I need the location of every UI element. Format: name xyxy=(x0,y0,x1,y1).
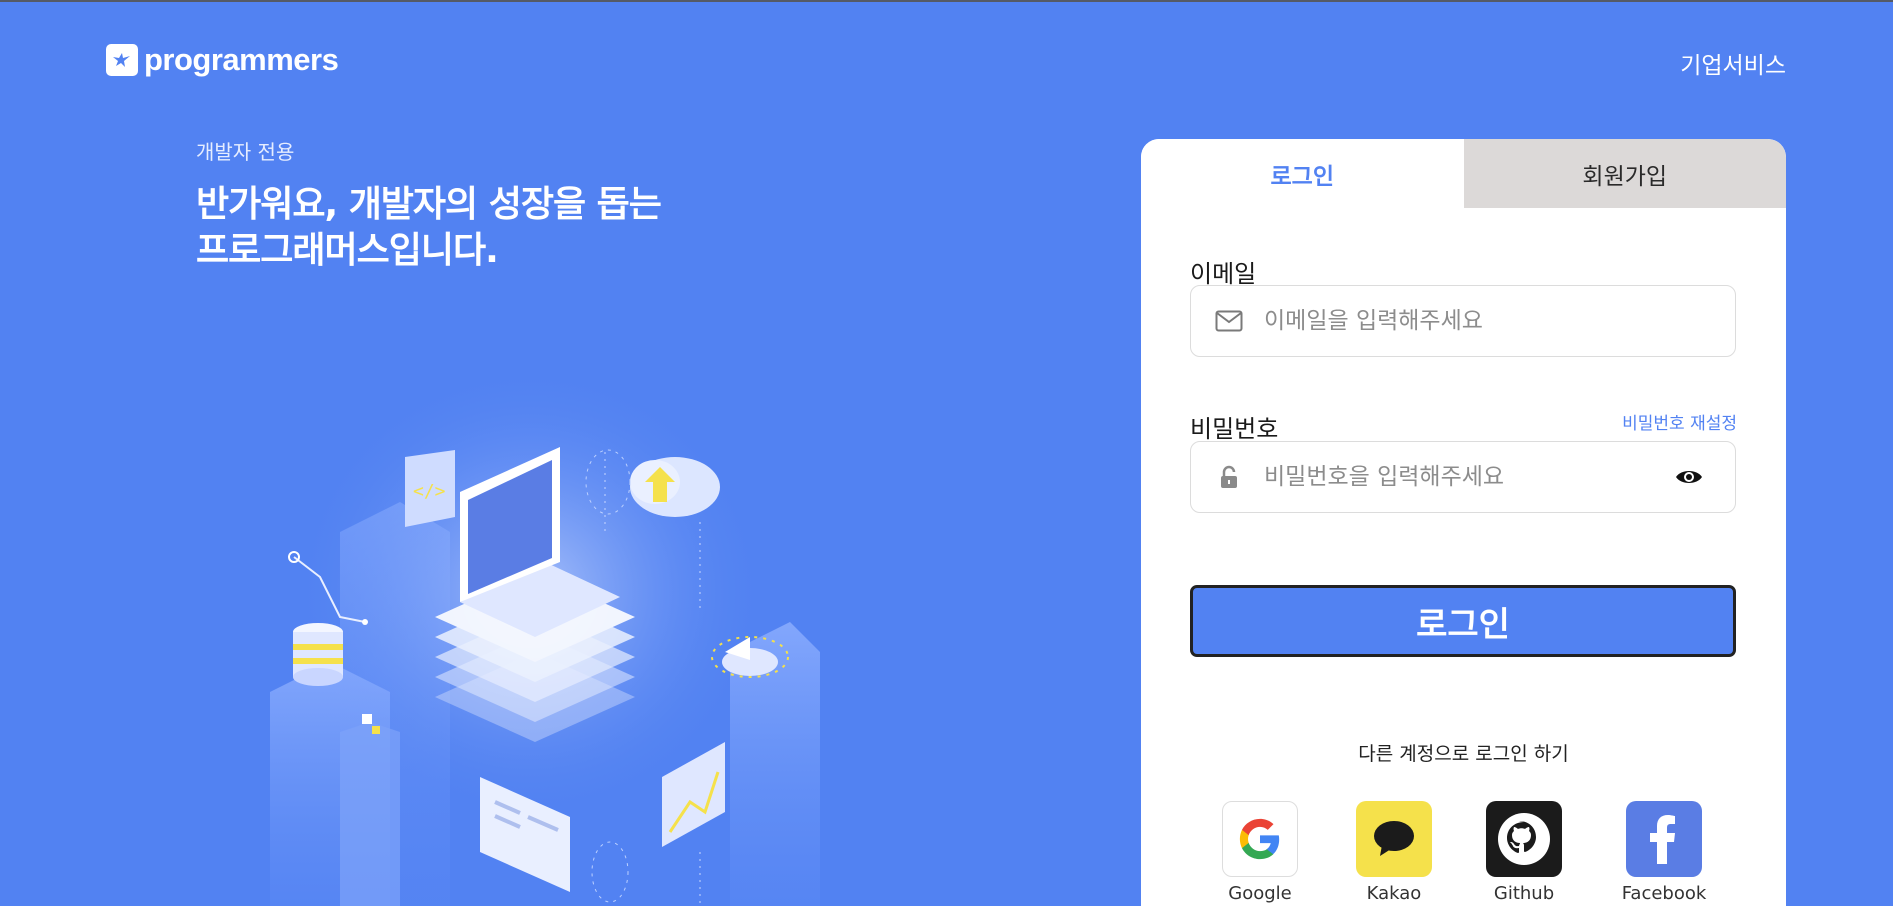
logo-text: programmers xyxy=(144,42,339,77)
programmers-logo[interactable]: programmers xyxy=(106,42,339,78)
svg-text:</>: </> xyxy=(413,481,446,502)
password-label: 비밀번호 xyxy=(1190,415,1279,443)
tab-login[interactable]: 로그인 xyxy=(1141,139,1464,208)
bird-logo-icon xyxy=(106,44,138,76)
password-input[interactable] xyxy=(1264,442,1669,512)
tab-signup[interactable]: 회원가입 xyxy=(1463,139,1786,208)
mail-icon xyxy=(1214,310,1244,332)
hero-subtitle: 개발자 전용 xyxy=(196,140,295,164)
isometric-illustration: </> xyxy=(270,362,820,906)
github-login-button[interactable]: Github xyxy=(1486,801,1562,904)
kakao-label: Kakao xyxy=(1366,883,1422,904)
other-login-text: 다른 계정으로 로그인 하기 xyxy=(1358,743,1569,765)
google-icon xyxy=(1222,801,1298,877)
hero-title: 반가워요, 개발자의 성장을 돕는 프로그래머스입니다. xyxy=(196,182,756,274)
login-card: 로그인 회원가입 이메일 비밀번호 비밀번호 재설정 xyxy=(1141,139,1786,906)
hero-title-line2: 프로그래머스입니다. xyxy=(196,230,499,271)
hero-title-line1: 반가워요, 개발자의 성장을 돕는 xyxy=(196,184,662,225)
google-label: Google xyxy=(1228,883,1292,904)
email-label: 이메일 xyxy=(1190,260,1257,288)
kakao-icon xyxy=(1356,801,1432,877)
reset-password-link[interactable]: 비밀번호 재설정 xyxy=(1622,409,1737,434)
auth-tabs: 로그인 회원가입 xyxy=(1141,139,1786,208)
password-field[interactable] xyxy=(1190,441,1736,513)
enterprise-service-link[interactable]: 기업서비스 xyxy=(1680,46,1786,80)
email-input[interactable] xyxy=(1264,286,1735,356)
email-field[interactable] xyxy=(1190,285,1736,357)
lock-icon xyxy=(1214,465,1244,489)
github-icon xyxy=(1486,801,1562,877)
facebook-label: Facebook xyxy=(1621,883,1707,904)
social-login-row: Google Kakao Github Facebook xyxy=(1141,801,1786,906)
github-label: Github xyxy=(1493,883,1555,904)
show-password-eye-icon[interactable] xyxy=(1669,468,1709,486)
facebook-login-button[interactable]: Facebook xyxy=(1622,801,1706,904)
kakao-login-button[interactable]: Kakao xyxy=(1356,801,1432,904)
login-submit-button[interactable]: 로그인 xyxy=(1190,585,1736,657)
google-login-button[interactable]: Google xyxy=(1222,801,1298,904)
facebook-icon xyxy=(1626,801,1702,877)
